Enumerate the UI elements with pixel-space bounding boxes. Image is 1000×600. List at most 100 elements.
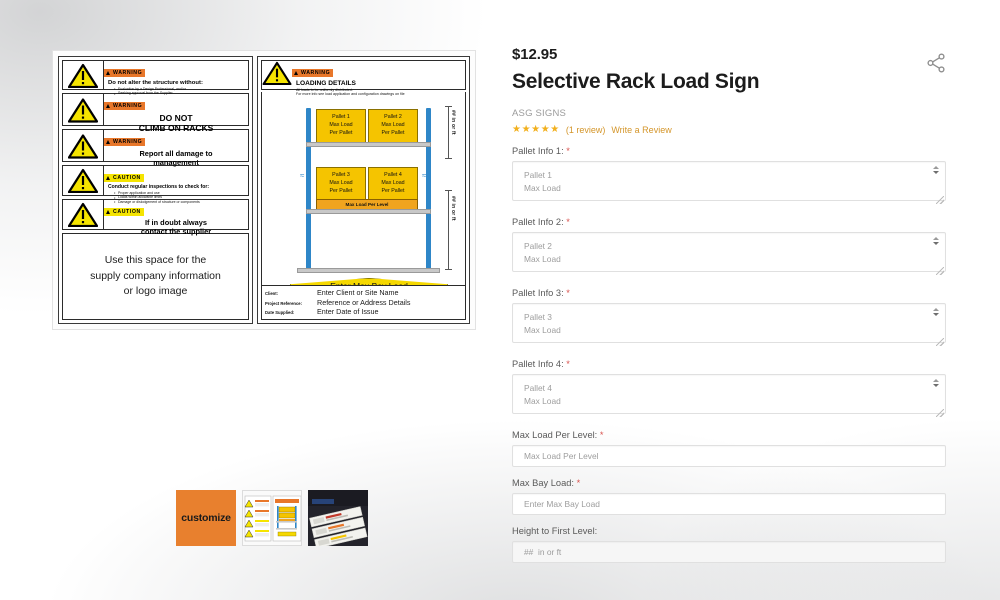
stepper-arrows-icon[interactable] bbox=[931, 166, 940, 174]
max-bay-load-banner: Enter Max Bay Load Maximum Bay Load bbox=[290, 278, 448, 285]
max-bay-load-input[interactable] bbox=[512, 493, 946, 515]
break-mark-icon: ≈ bbox=[300, 172, 304, 180]
required-marker: * bbox=[566, 146, 570, 156]
client-row: Project Reference: Reference or Address … bbox=[265, 298, 462, 308]
warning-triangle-icon bbox=[63, 61, 104, 89]
required-marker: * bbox=[566, 217, 570, 227]
printed-signs-photo-graphic bbox=[308, 490, 368, 546]
field-height-to-first-level: Height to First Level: bbox=[512, 526, 946, 563]
pallet-info-1-input[interactable] bbox=[512, 161, 946, 201]
sign-preview-thumbnail[interactable] bbox=[242, 490, 302, 546]
max-load-per-level-input[interactable] bbox=[512, 445, 946, 467]
write-review-link[interactable]: Write a Review bbox=[611, 125, 671, 135]
resize-grip-icon[interactable] bbox=[936, 196, 944, 204]
field-label: Max Bay Load: * bbox=[512, 478, 946, 488]
field-pallet-info-2: Pallet Info 2: * bbox=[512, 217, 946, 277]
panel-heading: Do not alter the structure without: bbox=[108, 80, 244, 87]
warning-triangle-icon bbox=[262, 61, 292, 89]
rack-diagram: ≈ ≈ Pallet 1Max LoadPer Pallet Pallet 2M… bbox=[261, 92, 466, 285]
page-title: Selective Rack Load Sign bbox=[512, 70, 946, 94]
field-pallet-info-4: Pallet Info 4: * bbox=[512, 359, 946, 419]
product-details: $12.95 Selective Rack Load Sign ASG SIGN… bbox=[512, 46, 946, 563]
dimension-label-lower: ## in or ft bbox=[450, 196, 456, 221]
rack-beam-lower bbox=[306, 209, 431, 214]
break-mark-icon: ≈ bbox=[422, 172, 426, 180]
sign-panel-warning-alter: WARNING Do not alter the structure witho… bbox=[62, 60, 249, 90]
required-marker: * bbox=[566, 359, 570, 369]
sign-loading-column: WARNING LOADING DETAILS All loads to be … bbox=[257, 56, 470, 324]
stepper-arrows-icon[interactable] bbox=[931, 237, 940, 245]
client-row-value: Enter Date of Issue bbox=[317, 307, 379, 317]
stepper-arrows-icon[interactable] bbox=[931, 308, 940, 316]
field-label: Max Load Per Level: * bbox=[512, 430, 946, 440]
resize-grip-icon[interactable] bbox=[936, 267, 944, 275]
pallet-box-text: Pallet 3Max LoadPer Pallet bbox=[329, 172, 352, 195]
pallet-box-1: Pallet 1Max LoadPer Pallet bbox=[316, 109, 366, 143]
required-marker: * bbox=[577, 478, 581, 488]
pallet-box-text: Pallet 1Max LoadPer Pallet bbox=[329, 114, 352, 137]
customize-thumbnail[interactable]: customize bbox=[176, 490, 236, 546]
product-image-main[interactable]: WARNING Do not alter the structure witho… bbox=[52, 50, 476, 330]
pallet-info-2-input[interactable] bbox=[512, 232, 946, 272]
pallet-box-4: Pallet 4Max LoadPer Pallet bbox=[368, 167, 418, 201]
field-label: Pallet Info 2: * bbox=[512, 217, 946, 227]
field-max-bay-load: Max Bay Load: * bbox=[512, 478, 946, 515]
sign-warning-column: WARNING Do not alter the structure witho… bbox=[58, 56, 253, 324]
dimension-line-lower bbox=[448, 190, 449, 270]
banner-warning: WARNING bbox=[104, 138, 145, 146]
field-label: Height to First Level: bbox=[512, 526, 946, 536]
client-row-value: Enter Client or Site Name bbox=[317, 288, 399, 298]
sign-panel-caution-contact-supplier: CAUTION If in doubt always contact the s… bbox=[62, 199, 249, 230]
stepper-arrows-icon[interactable] bbox=[931, 379, 940, 387]
dimension-line-upper bbox=[448, 106, 449, 158]
dimension-tick bbox=[445, 269, 452, 270]
sign-panel-loading-details: WARNING LOADING DETAILS All loads to be … bbox=[261, 60, 466, 90]
rack-upright-left bbox=[306, 108, 311, 270]
panel-big-text: If in doubt always contact the supplier bbox=[141, 219, 211, 237]
client-row-value: Reference or Address Details bbox=[317, 298, 410, 308]
dimension-tick bbox=[445, 106, 452, 107]
rack-beam-upper bbox=[306, 142, 431, 147]
product-price: $12.95 bbox=[512, 46, 946, 63]
dimension-label-upper: ## in or ft bbox=[450, 110, 456, 135]
product-thumbnail-strip: customize bbox=[176, 490, 368, 546]
warning-triangle-icon bbox=[63, 200, 104, 229]
dimension-tick bbox=[445, 190, 452, 191]
pallet-box-3: Pallet 3Max LoadPer Pallet bbox=[316, 167, 366, 201]
loading-details-heading: LOADING DETAILS bbox=[296, 80, 405, 88]
dimension-tick bbox=[445, 158, 452, 159]
client-row-key: Project Reference: bbox=[265, 301, 317, 307]
pallet-info-4-input[interactable] bbox=[512, 374, 946, 414]
pallet-info-3-input[interactable] bbox=[512, 303, 946, 343]
rack-base-plate bbox=[297, 268, 440, 273]
sign-logo-placeholder: Use this space for the supply company in… bbox=[62, 233, 249, 320]
field-pallet-info-1: Pallet Info 1: * bbox=[512, 146, 946, 206]
height-to-first-level-input[interactable] bbox=[512, 541, 946, 563]
field-label: Pallet Info 4: * bbox=[512, 359, 946, 369]
client-row: Date Supplied: Enter Date of Issue bbox=[265, 307, 462, 317]
banner-warning: WARNING bbox=[104, 102, 145, 110]
sign-client-details: Client: Enter Client or Site Name Projec… bbox=[261, 285, 466, 320]
max-load-per-level-text: Max Load Per Level bbox=[346, 202, 389, 207]
warning-triangle-icon bbox=[63, 130, 104, 161]
resize-grip-icon[interactable] bbox=[936, 409, 944, 417]
sign-panel-warning-report-damage: WARNING Report all damage to management bbox=[62, 129, 249, 162]
client-row: Client: Enter Client or Site Name bbox=[265, 288, 462, 298]
printed-signs-photo-thumbnail[interactable] bbox=[308, 490, 368, 546]
resize-grip-icon[interactable] bbox=[936, 338, 944, 346]
banner-caution: CAUTION bbox=[104, 174, 144, 182]
warning-triangle-icon bbox=[63, 166, 104, 195]
banner-warning: WARNING bbox=[104, 69, 145, 77]
sign-panel-warning-no-climb: WARNING DO NOT CLIMB ON RACKS bbox=[62, 93, 249, 126]
product-brand: ASG SIGNS bbox=[512, 108, 946, 119]
client-row-key: Client: bbox=[265, 291, 317, 297]
banner-caution: CAUTION bbox=[104, 208, 144, 216]
banner-warning: WARNING bbox=[292, 69, 333, 77]
rack-upright-right bbox=[426, 108, 431, 270]
sign-panel-caution-inspections: CAUTION Conduct regular inspections to c… bbox=[62, 165, 249, 196]
warning-triangle-icon bbox=[63, 94, 104, 125]
review-count: (1 review) bbox=[566, 125, 606, 135]
pallet-box-text: Pallet 2Max LoadPer Pallet bbox=[381, 114, 404, 137]
client-row-key: Date Supplied: bbox=[265, 310, 317, 316]
pallet-box-2: Pallet 2Max LoadPer Pallet bbox=[368, 109, 418, 143]
